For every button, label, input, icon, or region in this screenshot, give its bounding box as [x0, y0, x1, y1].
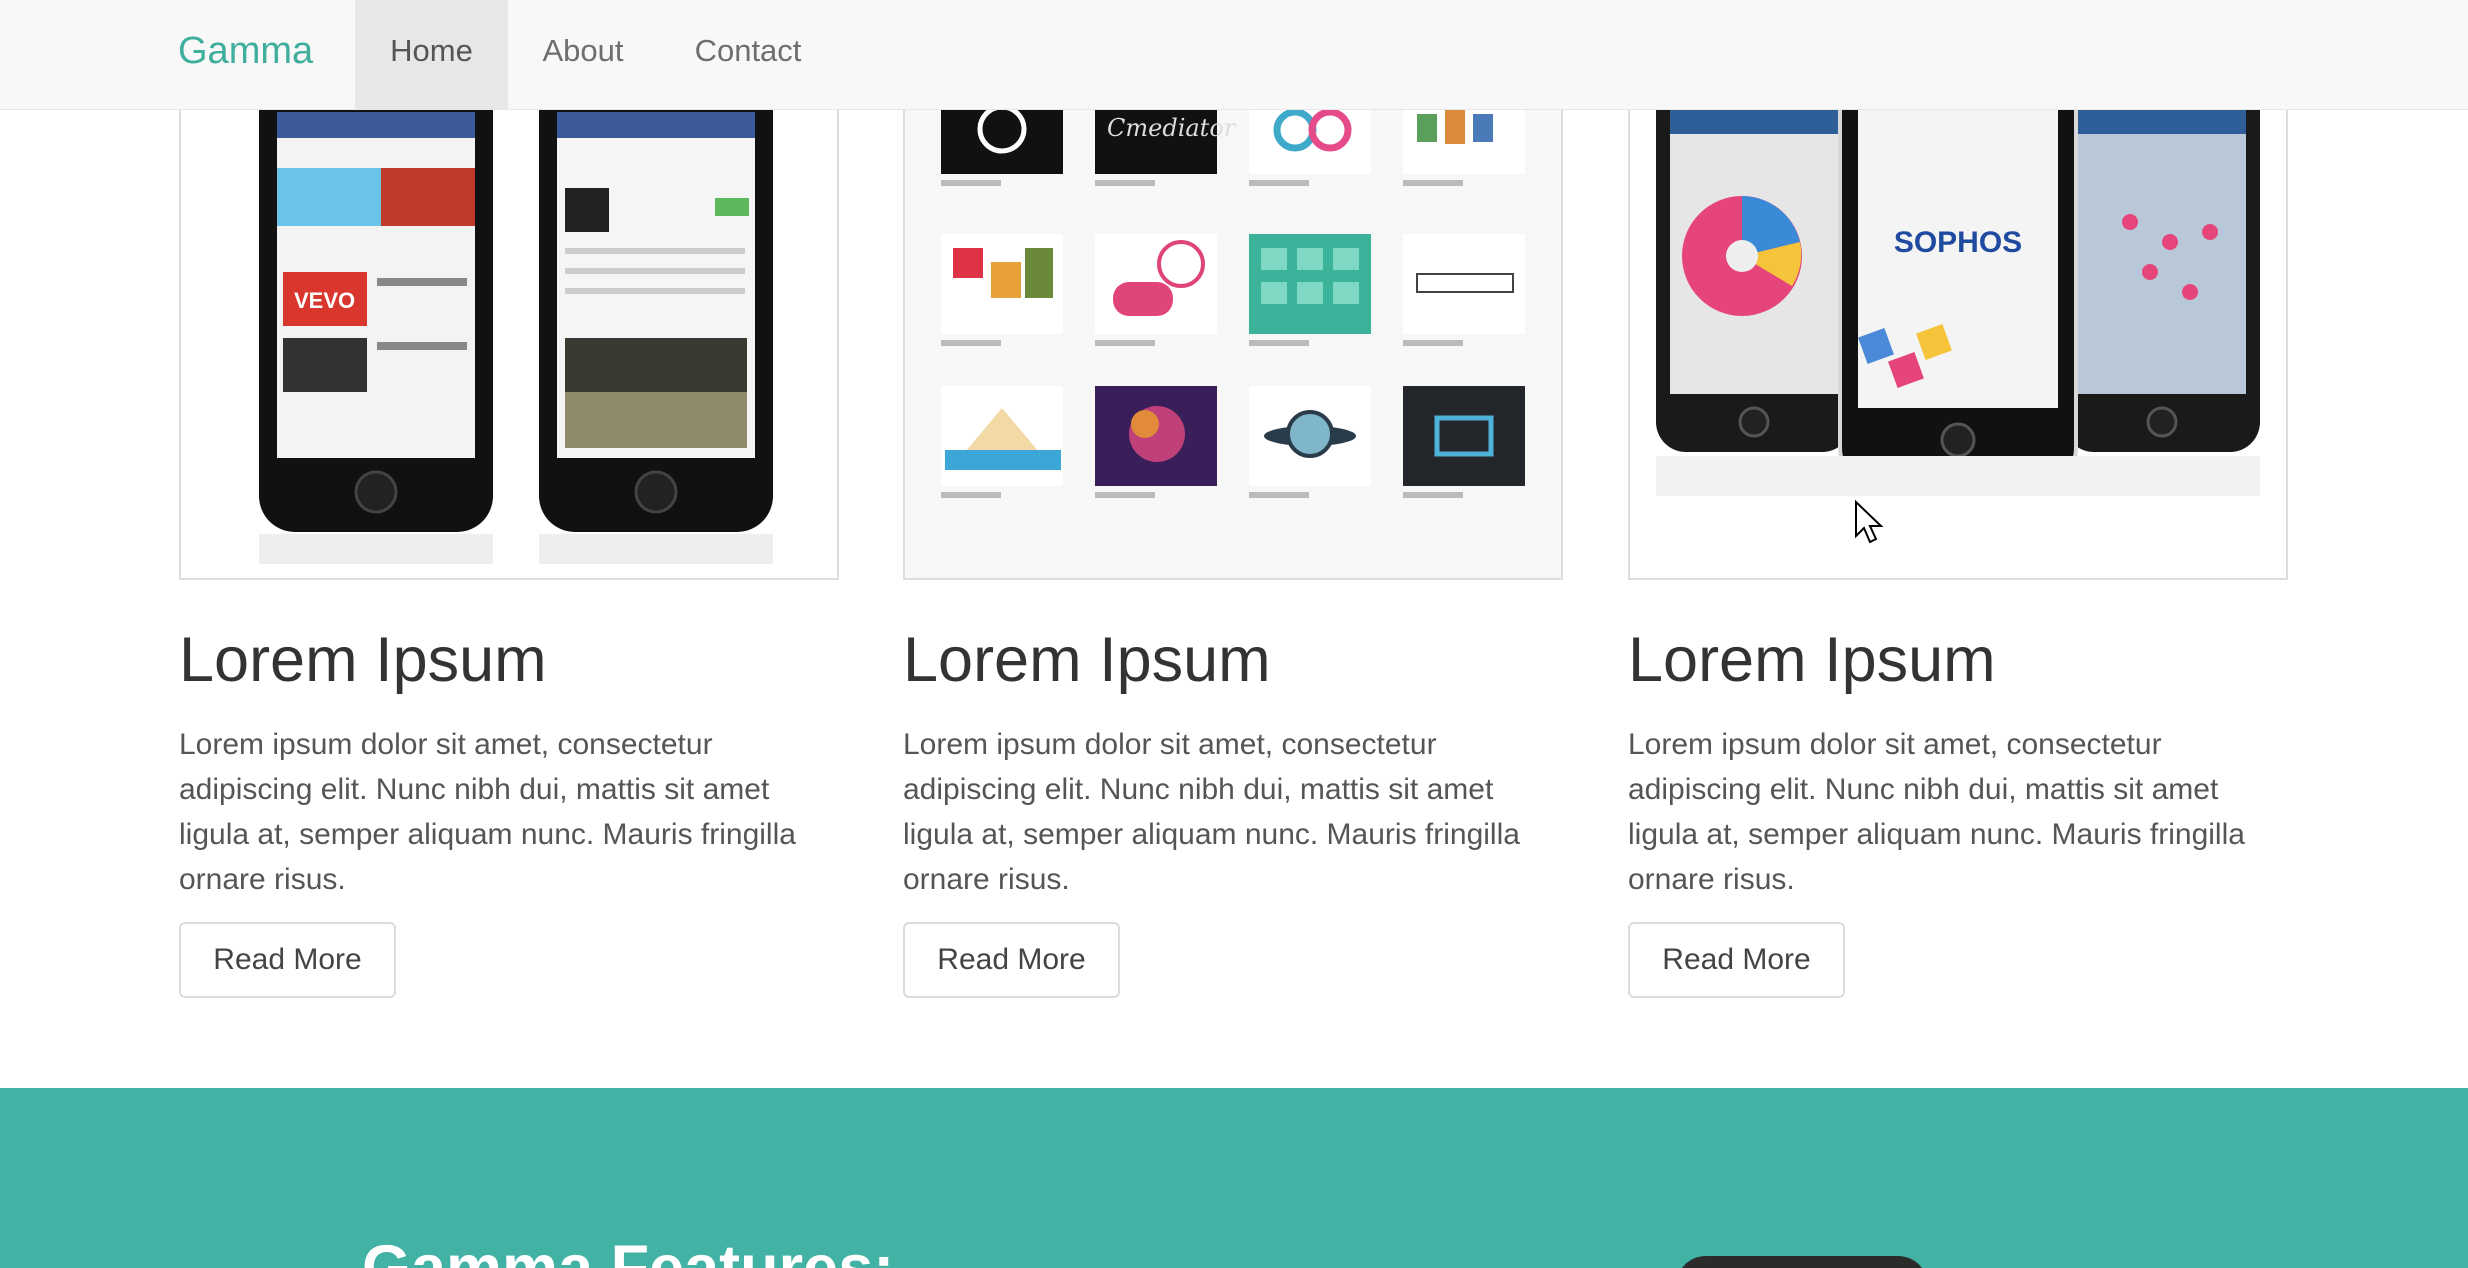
features-action-button[interactable]	[1676, 1256, 1928, 1268]
features-title: Gamma Features:	[362, 1233, 895, 1268]
nav-link-contact[interactable]: Contact	[668, 0, 828, 110]
read-more-button[interactable]: Read More	[903, 922, 1120, 998]
svg-text:Cmediator: Cmediator	[1107, 114, 1237, 142]
card-title: Lorem Ipsum	[1628, 625, 1996, 695]
brand-logo-link[interactable]: Gamma	[178, 28, 313, 74]
card-description: Lorem ipsum dolor sit amet, consectetur …	[179, 728, 796, 896]
card-thumbnail-sophos-phones: SOPHOS	[1628, 70, 2288, 580]
card-description: Lorem ipsum dolor sit amet, consectetur …	[1628, 728, 2245, 896]
navbar: Gamma Home About Contact	[0, 0, 2468, 110]
nav-link-home[interactable]: Home	[355, 0, 508, 110]
card-title: Lorem Ipsum	[903, 625, 1271, 695]
features-section: Gamma Features:	[0, 1088, 2468, 1268]
read-more-button[interactable]: Read More	[179, 922, 396, 998]
svg-text:VEVO: VEVO	[294, 288, 355, 313]
card-thumbnail-design-gallery: Cmediator	[903, 70, 1563, 580]
gallery-grid-illustration: Cmediator	[905, 72, 1561, 578]
sophos-logo-text: SOPHOS	[1894, 226, 2022, 259]
card-title: Lorem Ipsum	[179, 625, 547, 695]
card-description: Lorem ipsum dolor sit amet, consectetur …	[903, 728, 1520, 896]
phones-illustration: VEVO	[181, 72, 837, 578]
read-more-button[interactable]: Read More	[1628, 922, 1845, 998]
sophos-phones-illustration: SOPHOS	[1630, 72, 2286, 578]
nav-link-about[interactable]: About	[518, 0, 648, 110]
card-thumbnail-phones-app-store: VEVO	[179, 70, 839, 580]
mouse-cursor-icon	[1855, 500, 1884, 544]
